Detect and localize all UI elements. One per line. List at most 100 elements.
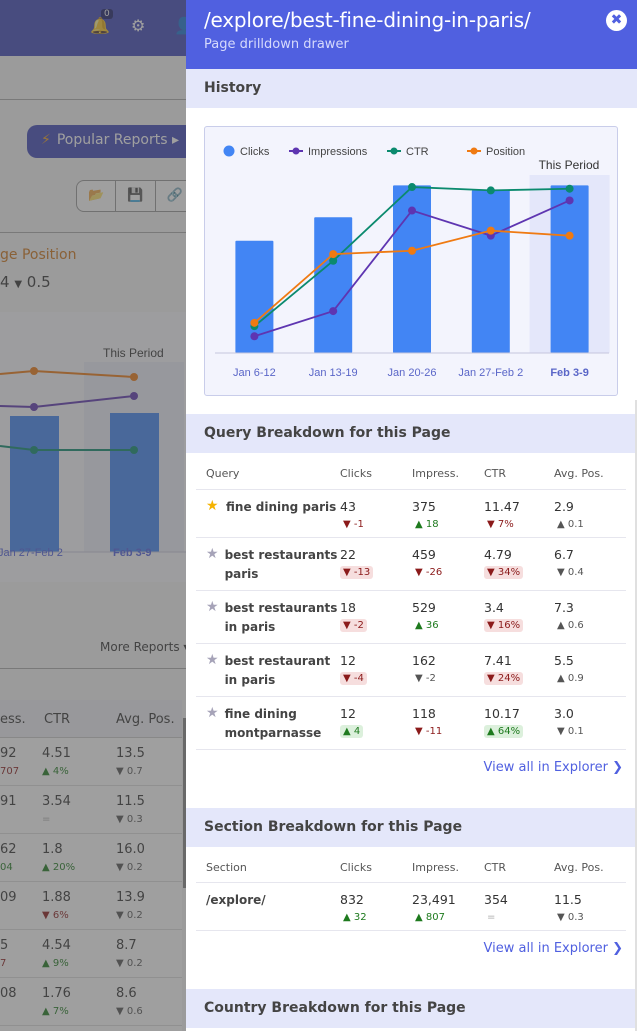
query-cell: ★ best restaurants in paris (196, 590, 340, 644)
impressions-delta: ▲ 807 (415, 912, 445, 923)
star-icon[interactable]: ★ (206, 546, 219, 584)
avg-pos-cell: 7.3 ▲ 0.6 (554, 590, 626, 644)
ctr-delta: ▼ 34% (484, 565, 524, 579)
close-icon[interactable]: ✖ (606, 10, 627, 31)
query-breakdown-heading: Query Breakdown for this Page (186, 414, 637, 453)
table-row[interactable]: ★ best restaurants in paris 18 ▼ -2 529 ▲ 36 3… (196, 590, 626, 644)
ctr-cell: 354 = (484, 882, 554, 931)
column-header-avg-pos[interactable]: Avg. Pos. (554, 453, 626, 490)
clicks-cell: 18 ▼ -2 (340, 590, 412, 644)
clicks-value: 43 (340, 498, 356, 514)
query-cell: ★ fine dining montparnasse (196, 696, 340, 750)
query-name-wrap: ★ best restaurant in paris (206, 652, 340, 690)
query-breakdown-table: Query Clicks Impress. CTR Avg. Pos. ★ fin… (196, 453, 626, 750)
query-cell: ★ fine dining paris (196, 489, 340, 538)
query-name[interactable]: fine dining montparnasse (225, 705, 340, 743)
legend-marker-clicks (223, 145, 235, 157)
query-name[interactable]: fine dining paris (226, 498, 336, 517)
impressions-value: 459 (412, 546, 436, 562)
query-name[interactable]: best restaurant in paris (225, 652, 340, 690)
this-period-label: This Period (539, 158, 600, 172)
avg-pos-cell: 3.0 ▼ 0.1 (554, 696, 626, 750)
ctr-point (565, 184, 574, 193)
section-name[interactable]: /explore/ (206, 891, 340, 910)
avg-pos-delta: ▲ 0.9 (557, 672, 584, 684)
chevron-right-icon: ❯ (612, 759, 623, 775)
star-filled-icon[interactable]: ★ (206, 498, 220, 517)
impressions-delta: ▼ -2 (415, 672, 436, 684)
position-point (565, 231, 574, 240)
clicks-delta: ▲ 32 (343, 912, 367, 923)
x-tick-label: Feb 3-9 (550, 367, 589, 379)
drawer-title: /explore/best-fine-dining-in-paris/ (204, 8, 531, 32)
table-row[interactable]: ★ fine dining montparnasse 12 ▲ 4 118 ▼ -11 10… (196, 696, 626, 750)
column-header-clicks[interactable]: Clicks (340, 453, 412, 490)
ctr-delta: ▼ 16% (484, 618, 524, 632)
table-row[interactable]: ★ best restaurants paris 22 ▼ -13 459 ▼ -26 4.… (196, 537, 626, 591)
star-icon[interactable]: ★ (206, 599, 219, 637)
impressions-value: 529 (412, 599, 436, 615)
clicks-value: 832 (340, 892, 364, 907)
impressions-value: 162 (412, 652, 436, 668)
ctr-cell: 7.41 ▼ 24% (484, 643, 554, 697)
ctr-cell: 11.47 ▼ 7% (484, 489, 554, 538)
avg-pos-cell: 6.7 ▼ 0.4 (554, 537, 626, 591)
clicks-delta: ▲ 4 (340, 724, 364, 738)
position-point (250, 318, 259, 327)
impressions-point (329, 307, 338, 316)
avg-pos-value: 7.3 (554, 599, 574, 615)
column-header-clicks[interactable]: Clicks (340, 846, 412, 883)
avg-pos-delta: ▼ 0.1 (557, 725, 584, 737)
table-row[interactable]: ★ best restaurant in paris 12 ▼ -4 162 ▼ -2 7.… (196, 643, 626, 697)
x-tick-label: Jan 13-19 (309, 367, 358, 379)
table-row[interactable]: /explore/832 ▲ 32 23,491 ▲ 807 354 = 11.5 ▼ 0.3 (196, 882, 626, 931)
query-name[interactable]: best restaurants paris (225, 546, 340, 584)
column-header-avg-pos[interactable]: Avg. Pos. (554, 846, 626, 883)
query-name-wrap: ★ fine dining paris (206, 498, 340, 517)
history-heading: History (186, 69, 637, 108)
page-drilldown-drawer: /explore/best-fine-dining-in-paris/ Page… (186, 0, 637, 1031)
star-icon[interactable]: ★ (206, 652, 219, 690)
impressions-cell: 529 ▲ 36 (412, 590, 484, 644)
query-name-wrap: ★ fine dining montparnasse (206, 705, 340, 743)
table-header-row: Query Clicks Impress. CTR Avg. Pos. (196, 453, 626, 490)
clicks-value: 12 (340, 652, 356, 668)
clicks-cell: 12 ▲ 4 (340, 696, 412, 750)
legend-label-ctr: CTR (406, 146, 429, 158)
clicks-delta: ▼ -13 (340, 565, 374, 579)
table-header-row: Section Clicks Impress. CTR Avg. Pos. (196, 846, 626, 883)
column-header-ctr[interactable]: CTR (484, 846, 554, 883)
avg-pos-value: 11.5 (554, 892, 582, 907)
avg-pos-cell: 5.5 ▲ 0.9 (554, 643, 626, 697)
table-row[interactable]: ★ fine dining paris 43 ▼ -1 375 ▲ 18 11.47 ▼ 7%… (196, 489, 626, 538)
column-header-section[interactable]: Section (196, 846, 340, 883)
clicks-delta: ▼ -4 (340, 671, 367, 685)
ctr-delta: ▲ 64% (484, 724, 524, 738)
drawer-subtitle: Page drilldown drawer (204, 37, 349, 52)
column-header-impressions[interactable]: Impress. (412, 453, 484, 490)
column-header-query[interactable]: Query (196, 453, 340, 490)
impressions-cell: 162 ▼ -2 (412, 643, 484, 697)
impressions-cell: 375 ▲ 18 (412, 489, 484, 538)
x-tick-label: Jan 20-26 (388, 367, 437, 379)
section-view-all-link[interactable]: View all in Explorer ❯ (186, 931, 637, 975)
history-section: This Period Clicks Impressions CTR Position J… (186, 108, 637, 414)
section-cell: /explore/ (196, 882, 340, 931)
column-header-ctr[interactable]: CTR (484, 453, 554, 490)
star-icon[interactable]: ★ (206, 705, 219, 743)
query-name-wrap: ★ best restaurants in paris (206, 599, 340, 637)
clicks-bar (314, 217, 353, 353)
query-name[interactable]: best restaurants in paris (225, 599, 340, 637)
legend-label-impressions: Impressions (308, 146, 368, 158)
ctr-value: 10.17 (484, 705, 520, 721)
ctr-value: 354 (484, 892, 508, 907)
column-header-impressions[interactable]: Impress. (412, 846, 484, 883)
query-view-all-link[interactable]: View all in Explorer ❯ (186, 750, 637, 794)
avg-pos-value: 6.7 (554, 546, 574, 562)
avg-pos-cell: 11.5 ▼ 0.3 (554, 882, 626, 931)
ctr-value: 3.4 (484, 599, 504, 615)
avg-pos-delta: ▲ 0.6 (557, 619, 584, 631)
ctr-delta: = (487, 912, 496, 923)
